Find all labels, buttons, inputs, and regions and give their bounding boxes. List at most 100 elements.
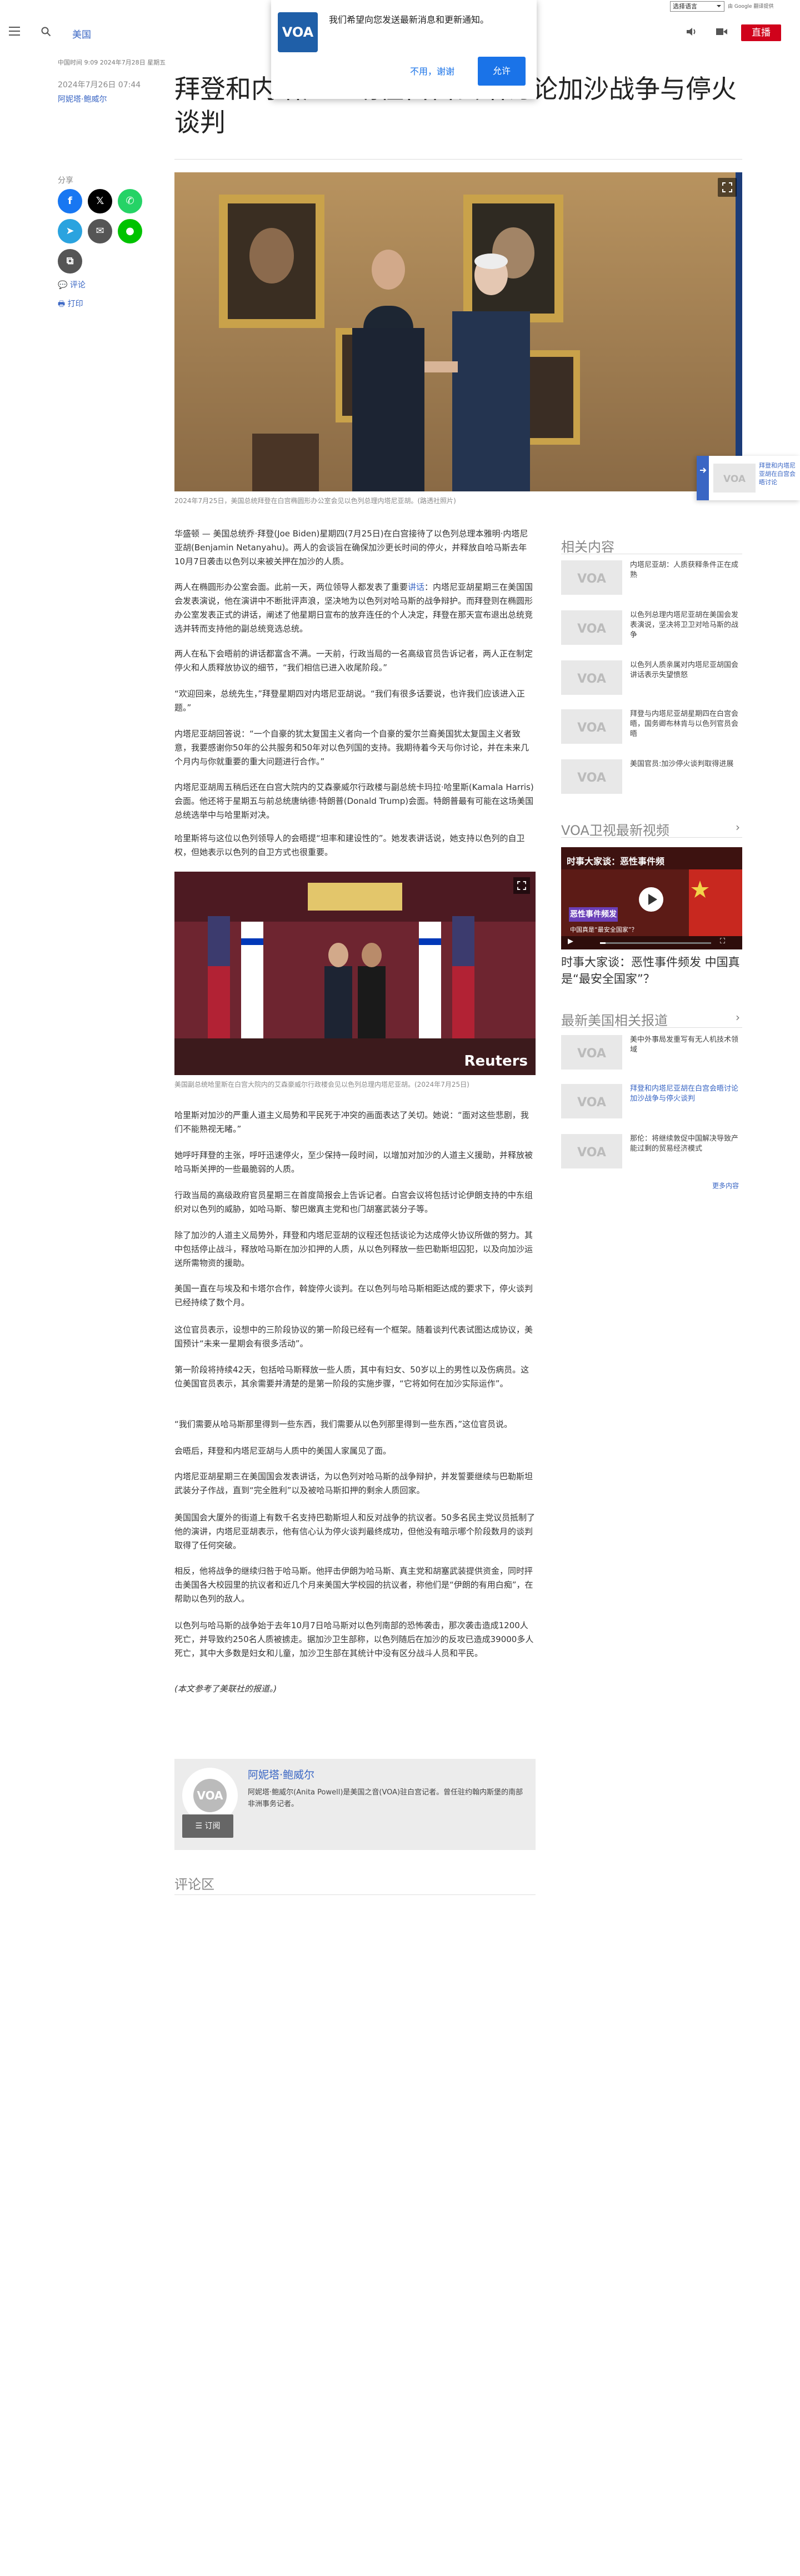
thumbnail: VOA xyxy=(561,610,622,645)
svg-text:VOA: VOA xyxy=(577,1096,606,1110)
author-link[interactable]: 阿妮塔·鲍威尔 xyxy=(58,93,107,105)
paragraph: “欢迎回来，总统先生，”拜登星期四对内塔尼亚胡说。“我们有很多话要说，也许我们应… xyxy=(174,689,525,713)
latest-section-title: 最新美国相关报道 xyxy=(561,1013,668,1028)
video-player[interactable]: 时事大家谈：恶性事件频 恶性事件频发 中国真是“最安全国家”？ ▶ ⛶ xyxy=(561,847,742,949)
related-item[interactable]: VOA 以色列人质亲属对内塔尼亚胡国会讲话表示失望愤怒 xyxy=(561,660,742,699)
thumbnail: VOA xyxy=(561,560,622,595)
paragraph: 行政当局的高级政府官员星期三在首度简报会上告诉记者。白宫会议将包括讨论伊朗支持的… xyxy=(174,1190,533,1214)
google-translate-note: 由 Google 翻译提供 xyxy=(728,4,774,9)
related-item-title: 以色列总理内塔尼亚胡在美国会发表演说，坚决将卫卫对哈马斯的战争 xyxy=(630,611,739,639)
photo-credit: Reuters xyxy=(464,1053,528,1070)
divider xyxy=(561,1027,742,1028)
related-item[interactable]: VOA 美国官员:加沙停火谈判取得进展 xyxy=(561,759,742,798)
paragraph: 第一阶段将持续42天，包括哈马斯释放一些人质，其中有妇女、50岁以上的男性以及伤… xyxy=(174,1365,529,1389)
video-caption[interactable]: 时事大家谈：恶性事件频发 中国真是“最安全国家”？ xyxy=(561,954,742,987)
video-banner: 恶性事件频发 xyxy=(570,910,617,919)
svg-text:VOA: VOA xyxy=(577,672,606,686)
latest-section-heading[interactable]: 最新美国相关报道 › xyxy=(561,1009,740,1029)
subscribe-button[interactable]: ☰ 订阅 xyxy=(182,1814,233,1838)
live-button[interactable]: 直播 xyxy=(741,24,781,41)
more-link[interactable]: 更多内容 xyxy=(712,1181,739,1190)
publish-date: 2024年7月26日 07:44 xyxy=(58,81,141,89)
author-name[interactable]: 阿妮塔·鲍威尔 xyxy=(248,1767,314,1782)
latest-item-title: 拜登和内塔尼亚胡在白宫会晤讨论加沙战争与停火谈判 xyxy=(630,1085,739,1103)
svg-text:VOA: VOA xyxy=(577,622,606,636)
menu-icon[interactable] xyxy=(9,27,20,36)
video-section-heading[interactable]: VOA卫视最新视频 › xyxy=(561,819,740,839)
divider xyxy=(561,837,742,838)
comment-link[interactable]: 💬 评论 xyxy=(58,279,86,290)
inline-speech-link[interactable]: 讲话 xyxy=(408,582,424,592)
print-icon: 🖶 xyxy=(58,300,68,309)
paragraph: 会晤后，拜登和内塔尼亚胡与人质中的美国人家属见了面。 xyxy=(174,1446,392,1456)
thumbnail: VOA xyxy=(561,759,622,794)
author-bio: 阿妮塔·鲍威尔(Anita Powell)是美国之音(VOA)驻白宫记者。曾任驻… xyxy=(248,1788,523,1808)
paragraph-source-note: (本文参考了美联社的报道。) xyxy=(174,1684,277,1694)
telegram-icon[interactable]: ➤ xyxy=(58,219,82,243)
push-notification-dialog: VOA 我们希望向您发送最新消息和更新通知。 不用，谢谢 允许 xyxy=(271,0,537,99)
paragraph: 美国国会大厦外的街道上有数千名支持巴勒斯坦人和反对战争的抗议者。50多名民主党议… xyxy=(174,1513,536,1550)
latest-item[interactable]: VOA 美中外事局发重写有无人机技术领域 xyxy=(561,1035,742,1074)
fullscreen-icon[interactable]: ⛶ xyxy=(720,937,725,946)
share-label: 分享 xyxy=(58,176,73,185)
facebook-icon[interactable]: f xyxy=(58,189,82,213)
latest-item-title: 美中外事局发重写有无人机技术领域 xyxy=(630,1036,739,1054)
expand-icon[interactable] xyxy=(513,877,530,894)
hero-photo xyxy=(174,172,742,491)
related-item-title: 美国官员:加沙停火谈判取得进展 xyxy=(630,760,734,768)
allow-button[interactable]: 允许 xyxy=(478,57,526,86)
expand-icon[interactable] xyxy=(718,178,737,197)
comment-label: 评论 xyxy=(69,281,86,290)
related-heading: 相关内容 xyxy=(561,539,614,555)
thumbnail: VOA xyxy=(561,1035,622,1070)
paragraph: “我们需要从哈马斯那里得到一些东西，我们需要从以色列那里得到一些东西，”这位官员… xyxy=(174,1419,513,1429)
related-item[interactable]: VOA 内塔尼亚胡：人质获释条件正在成熟 xyxy=(561,560,742,599)
latest-item-title: 那伦：将继续敦促中国解决导致产能过剩的贸易经济模式 xyxy=(630,1135,739,1153)
print-link[interactable]: 🖶 打印 xyxy=(58,298,83,311)
paragraph: 她呼吁拜登的主张，呼吁迅速停火，至少保持一段时间，以增加对加沙的人道主义援助，并… xyxy=(174,1150,533,1174)
related-item-title: 以色列人质亲属对内塔尼亚胡国会讲话表示失望愤怒 xyxy=(630,661,739,679)
video-overlay-title: 时事大家谈：恶性事件频 xyxy=(567,856,665,867)
thumbnail: VOA xyxy=(713,464,756,493)
thumbnail: VOA xyxy=(561,660,622,695)
floating-article-widget[interactable]: VOA 拜登和内塔尼亚胡在白宫会晤讨论 xyxy=(697,456,800,500)
inline-photo-caption: 美国副总统哈里斯在白宫大院内的艾森豪威尔行政楼会见以色列总理内塔尼亚胡。(202… xyxy=(174,1081,469,1088)
latest-item[interactable]: VOA 拜登和内塔尼亚胡在白宫会晤讨论加沙战争与停火谈判 xyxy=(561,1084,742,1123)
deny-button[interactable]: 不用，谢谢 xyxy=(404,58,460,86)
inline-photo-illustration xyxy=(174,872,536,1075)
nav-region-link[interactable]: 美国 xyxy=(72,27,91,41)
svg-text:VOA: VOA xyxy=(577,572,606,586)
voa-logo: VOA xyxy=(278,12,318,52)
rss-icon: ☰ xyxy=(195,1822,205,1831)
author-box: VOA 阿妮塔·鲍威尔 阿妮塔·鲍威尔(Anita Powell)是美国之音(V… xyxy=(174,1759,536,1850)
subscribe-label: 订阅 xyxy=(204,1822,221,1831)
search-icon[interactable] xyxy=(41,27,51,37)
svg-text:VOA: VOA xyxy=(723,474,746,485)
x-twitter-icon[interactable]: 𝕏 xyxy=(88,189,112,213)
copy-link-icon[interactable]: ⧉ xyxy=(58,249,82,273)
paragraph: 内塔尼亚胡周五稍后还在白宫大院内的艾森豪威尔行政楼与副总统卡玛拉·哈里斯(Kam… xyxy=(174,782,534,820)
play-icon[interactable] xyxy=(639,887,663,912)
comment-icon: 💬 xyxy=(58,281,70,290)
thumbnail: VOA xyxy=(561,709,622,744)
comments-heading: 评论区 xyxy=(174,1877,214,1892)
language-select[interactable]: 选择语言 xyxy=(670,1,724,12)
email-icon[interactable]: ✉ xyxy=(88,219,112,243)
svg-text:VOA: VOA xyxy=(197,1789,223,1802)
related-item[interactable]: VOA 以色列总理内塔尼亚胡在美国会发表演说，坚决将卫卫对哈马斯的战争 xyxy=(561,610,742,649)
paragraph: 除了加沙的人道主义局势外，拜登和内塔尼亚胡的议程还包括谈论为达成停火协议所做的努… xyxy=(174,1230,533,1268)
video-subtitle: 中国真是“最安全国家”？ xyxy=(570,926,638,933)
volume-icon[interactable] xyxy=(686,27,698,37)
line-icon[interactable]: ● xyxy=(118,219,142,243)
related-item[interactable]: VOA 拜登与内塔尼亚胡星期四在白宫会晤，国务卿布林肯与以色列官员会晤 xyxy=(561,709,742,748)
related-item-title: 内塔尼亚胡：人质获释条件正在成熟 xyxy=(630,561,739,579)
whatsapp-icon[interactable]: ✆ xyxy=(118,189,142,213)
latest-item[interactable]: VOA 那伦：将继续敦促中国解决导致产能过剩的贸易经济模式 xyxy=(561,1134,742,1173)
widget-title: 拜登和内塔尼亚胡在白宫会晤讨论 xyxy=(759,462,796,486)
video-camera-icon[interactable] xyxy=(716,27,728,36)
top-date: 中国时间 9:09 2024年7月28日 星期五 xyxy=(58,59,166,66)
notification-message: 我们希望向您发送最新消息和更新通知。 xyxy=(329,14,489,25)
paragraph: 这位官员表示，设想中的三阶段协议的第一阶段已经有一个框架。随着谈判代表试图达成协… xyxy=(174,1325,533,1349)
play-small-icon[interactable]: ▶ xyxy=(568,937,573,946)
paragraph: 内塔尼亚胡星期三在美国国会发表讲话，为以色列对哈马斯的战争辩护，并发誓要继续与巴… xyxy=(174,1471,533,1495)
